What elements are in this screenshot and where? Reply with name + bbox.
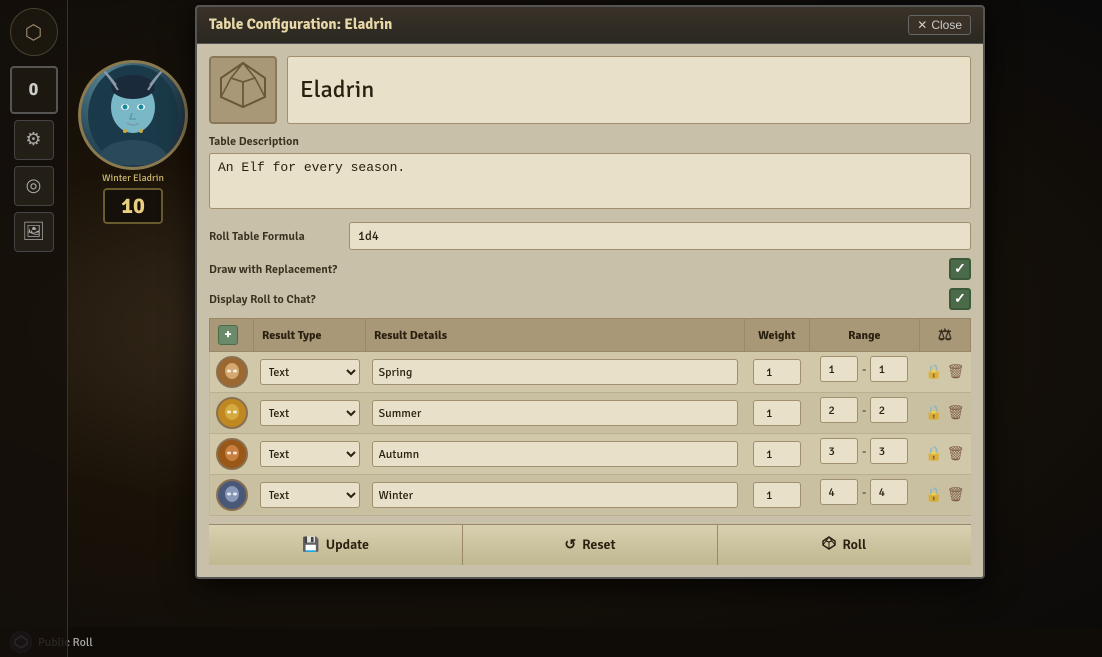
modal-footer: 💾 Update ↺ Reset xyxy=(209,524,971,565)
update-icon: 💾 xyxy=(302,537,319,554)
row-actions-1: 🔒🗑 xyxy=(925,364,964,381)
row-actions-3: 🔒🗑 xyxy=(925,446,964,463)
display-roll-checkbox[interactable] xyxy=(949,288,971,310)
row-portrait-3[interactable] xyxy=(216,438,248,470)
modal-title: Table Configuration: Eladrin xyxy=(209,16,392,34)
row-portrait-1[interactable] xyxy=(216,356,248,388)
image-icon[interactable]: 🖼 xyxy=(14,212,54,252)
portrait-svg xyxy=(88,65,178,165)
sidebar: ⬡ 0 ⚙ ◎ 🖼 xyxy=(0,0,68,657)
type-select-1[interactable]: TextDocumentItemMacroSceneActor xyxy=(260,359,360,385)
formula-input[interactable] xyxy=(349,222,971,250)
roll-label: Roll xyxy=(842,537,866,554)
description-textarea[interactable]: An Elf for every season. xyxy=(209,153,971,209)
lock-icon-3[interactable]: 🔒 xyxy=(925,446,942,463)
roll-icon xyxy=(822,536,836,555)
row-actions-2: 🔒🗑 xyxy=(925,405,964,422)
roll-button[interactable]: Roll xyxy=(718,525,971,565)
table-name-row xyxy=(209,56,971,124)
update-button[interactable]: 💾 Update xyxy=(209,525,463,565)
modal-header: Table Configuration: Eladrin ✕ Close xyxy=(197,7,983,44)
result-table: + Result Type Result Details Weight Rang… xyxy=(209,318,971,516)
col-result-details: Result Details xyxy=(366,319,745,352)
draw-replacement-checkbox[interactable] xyxy=(949,258,971,280)
update-label: Update xyxy=(326,537,369,554)
add-row-button[interactable]: + xyxy=(218,325,238,345)
table-row: TextDocumentItemMacroSceneActor-🔒🗑 xyxy=(210,352,971,393)
row-portrait-2[interactable] xyxy=(216,397,248,429)
range-high-3[interactable] xyxy=(870,438,908,464)
table-config-modal: Table Configuration: Eladrin ✕ Close xyxy=(195,5,985,579)
reset-label: Reset xyxy=(582,537,616,554)
type-select-2[interactable]: TextDocumentItemMacroSceneActor xyxy=(260,400,360,426)
range-low-3[interactable] xyxy=(820,438,858,464)
d20-icon xyxy=(218,60,268,121)
range-low-2[interactable] xyxy=(820,397,858,423)
description-label: Table Description xyxy=(209,134,971,149)
counter-badge: 0 xyxy=(10,66,58,114)
table-row: TextDocumentItemMacroSceneActor-🔒🗑 xyxy=(210,393,971,434)
row-actions-4: 🔒🗑 xyxy=(925,487,964,504)
type-select-3[interactable]: TextDocumentItemMacroSceneActor xyxy=(260,441,360,467)
table-row: TextDocumentItemMacroSceneActor-🔒🗑 xyxy=(210,434,971,475)
draw-replacement-label: Draw with Replacement? xyxy=(209,262,337,277)
range-high-1[interactable] xyxy=(870,356,908,382)
range-separator: - xyxy=(860,403,868,418)
close-button[interactable]: ✕ Close xyxy=(908,15,971,35)
balance-icon: ⚖ xyxy=(938,325,952,345)
lock-icon-1[interactable]: 🔒 xyxy=(925,364,942,381)
display-roll-label: Display Roll to Chat? xyxy=(209,292,315,307)
weight-input-4[interactable] xyxy=(753,482,801,508)
range-low-1[interactable] xyxy=(820,356,858,382)
formula-row: Roll Table Formula xyxy=(209,222,971,250)
trash-icon-4[interactable]: 🗑 xyxy=(947,487,965,504)
trash-icon-3[interactable]: 🗑 xyxy=(947,446,965,463)
row-portrait-4[interactable] xyxy=(216,479,248,511)
col-add: + xyxy=(210,319,254,352)
modal-body: Table Description An Elf for every seaso… xyxy=(197,44,983,577)
character-area: Winter Eladrin 10 xyxy=(68,60,198,224)
weight-input-1[interactable] xyxy=(753,359,801,385)
close-x-icon: ✕ xyxy=(917,18,927,32)
settings-icon[interactable]: ⚙ xyxy=(14,120,54,160)
modal-overlay: Table Configuration: Eladrin ✕ Close xyxy=(195,5,985,579)
weight-input-2[interactable] xyxy=(753,400,801,426)
target-icon[interactable]: ◎ xyxy=(14,166,54,206)
draw-replacement-row: Draw with Replacement? xyxy=(209,256,971,282)
range-high-2[interactable] xyxy=(870,397,908,423)
bottom-bar: Public Roll xyxy=(0,627,1102,657)
app-icon: ⬡ xyxy=(10,8,58,56)
range-high-4[interactable] xyxy=(870,479,908,505)
trash-icon-1[interactable]: 🗑 xyxy=(947,364,965,381)
table-name-input[interactable] xyxy=(287,56,971,124)
col-actions: ⚖ xyxy=(919,319,970,352)
range-separator: - xyxy=(860,485,868,500)
character-hp[interactable]: 10 xyxy=(103,188,163,224)
range-separator: - xyxy=(860,444,868,459)
reset-icon: ↺ xyxy=(564,537,576,554)
col-weight: Weight xyxy=(744,319,809,352)
table-icon-box[interactable] xyxy=(209,56,277,124)
detail-input-1[interactable] xyxy=(372,359,739,385)
detail-input-3[interactable] xyxy=(372,441,739,467)
lock-icon-2[interactable]: 🔒 xyxy=(925,405,942,422)
range-separator: - xyxy=(860,362,868,377)
detail-input-2[interactable] xyxy=(372,400,739,426)
lock-icon-4[interactable]: 🔒 xyxy=(925,487,942,504)
col-range: Range xyxy=(809,319,919,352)
type-select-4[interactable]: TextDocumentItemMacroSceneActor xyxy=(260,482,360,508)
col-result-type: Result Type xyxy=(254,319,366,352)
detail-input-4[interactable] xyxy=(372,482,739,508)
reset-button[interactable]: ↺ Reset xyxy=(463,525,717,565)
table-row: TextDocumentItemMacroSceneActor-🔒🗑 xyxy=(210,475,971,516)
trash-icon-2[interactable]: 🗑 xyxy=(947,405,965,422)
display-roll-row: Display Roll to Chat? xyxy=(209,286,971,312)
formula-label: Roll Table Formula xyxy=(209,229,339,244)
weight-input-3[interactable] xyxy=(753,441,801,467)
character-portrait[interactable] xyxy=(78,60,188,170)
range-low-4[interactable] xyxy=(820,479,858,505)
character-name: Winter Eladrin xyxy=(102,172,164,184)
